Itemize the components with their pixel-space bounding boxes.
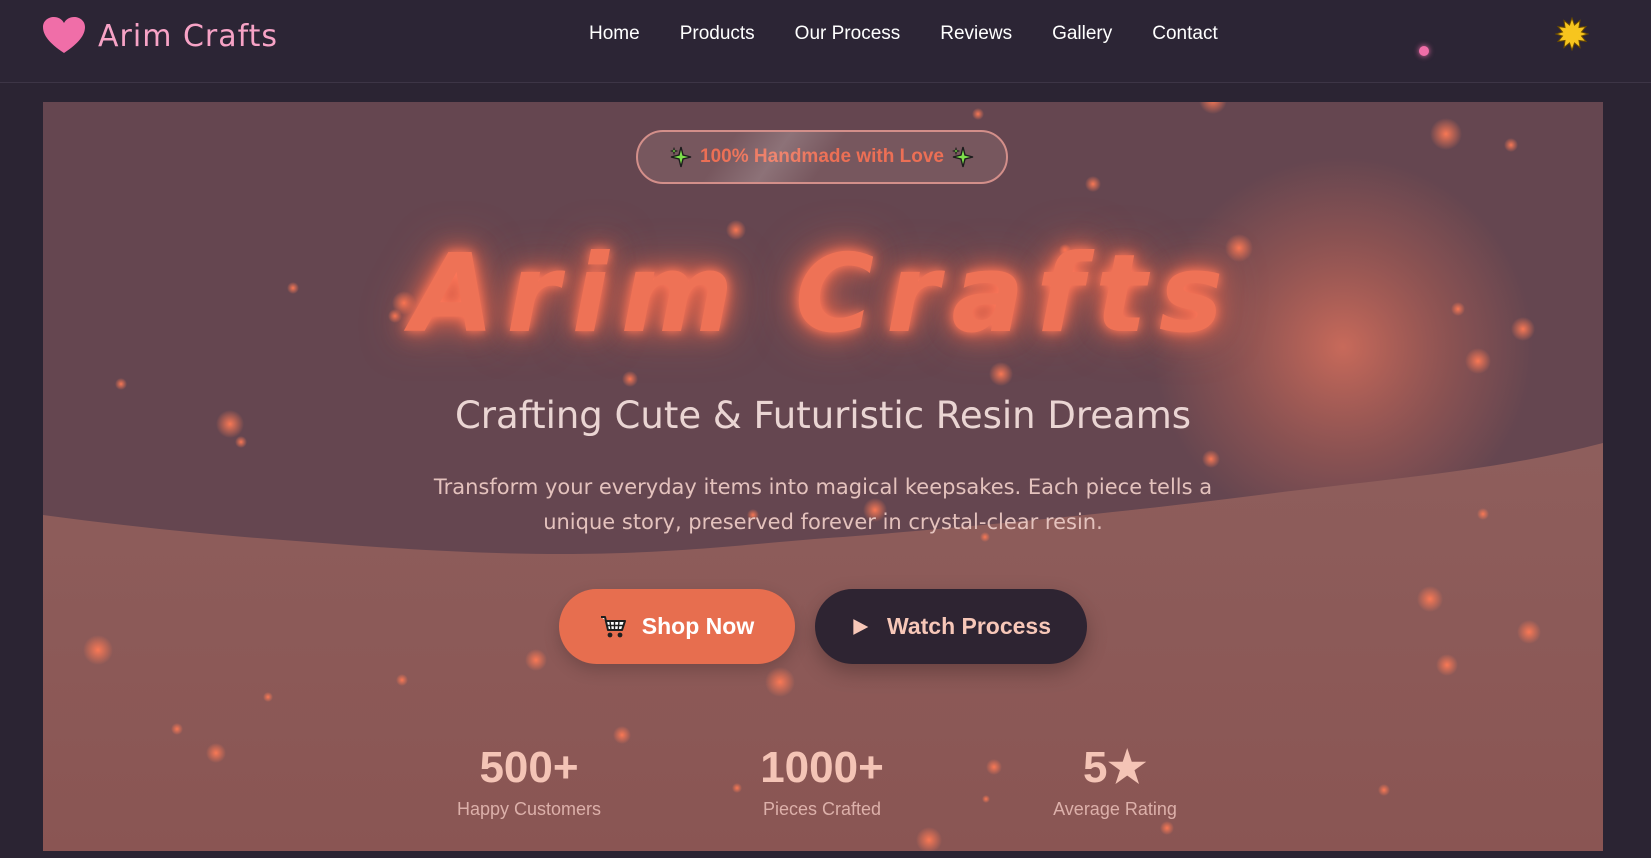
hero-tagline: Crafting Cute & Futuristic Resin Dreams: [454, 394, 1192, 437]
stat-value: 5★: [1083, 743, 1147, 792]
brand-name: Arim Crafts: [98, 18, 279, 54]
hero-section: 100% Handmade with Love Arim Crafts Craf…: [43, 102, 1603, 851]
handmade-badge: 100% Handmade with Love: [636, 130, 1008, 184]
top-navbar: Arim Crafts Home Products Our Process Re…: [0, 0, 1651, 83]
stat-happy-customers: 500+ Happy Customers: [419, 742, 639, 822]
nav-link-contact[interactable]: Contact: [1152, 22, 1217, 46]
shop-now-button[interactable]: Shop Now: [559, 589, 795, 664]
watch-process-button[interactable]: Watch Process: [815, 589, 1087, 664]
main-menu: Home Products Our Process Reviews Galler…: [589, 22, 1258, 46]
theme-toggle-button[interactable]: [1555, 17, 1589, 51]
hero-stats: 500+ Happy Customers 1000+ Pieces Crafte…: [43, 742, 1603, 832]
shop-now-label: Shop Now: [641, 613, 755, 639]
shopping-cart-icon: [600, 615, 626, 637]
stat-average-rating: 5★ Average Rating: [1005, 742, 1225, 822]
nav-link-products[interactable]: Products: [680, 22, 755, 46]
nav-link-our-process[interactable]: Our Process: [795, 22, 901, 46]
brand-logo[interactable]: Arim Crafts: [43, 16, 278, 56]
stat-label: Pieces Crafted: [762, 799, 882, 819]
hero-description: Transform your everyday items into magic…: [433, 475, 1213, 534]
floating-dot: [1419, 46, 1429, 56]
stat-value: 1000+: [760, 743, 884, 792]
nav-link-gallery[interactable]: Gallery: [1052, 22, 1112, 46]
play-icon: [853, 618, 869, 635]
stat-label: Average Rating: [1053, 799, 1177, 819]
stat-pieces-crafted: 1000+ Pieces Crafted: [712, 742, 932, 822]
stat-value: 500+: [479, 743, 579, 792]
watch-process-label: Watch Process: [886, 613, 1052, 639]
sun-icon: [1555, 17, 1589, 51]
badge-shine: [699, 132, 847, 182]
nav-link-home[interactable]: Home: [589, 22, 640, 46]
stat-label: Happy Customers: [456, 799, 602, 819]
hero-title: Arim Crafts: [410, 232, 1236, 357]
sparkle-icon: [670, 146, 692, 168]
sparkle-icon: [951, 146, 974, 168]
nav-link-reviews[interactable]: Reviews: [940, 22, 1012, 46]
heart-icon: [43, 17, 85, 53]
